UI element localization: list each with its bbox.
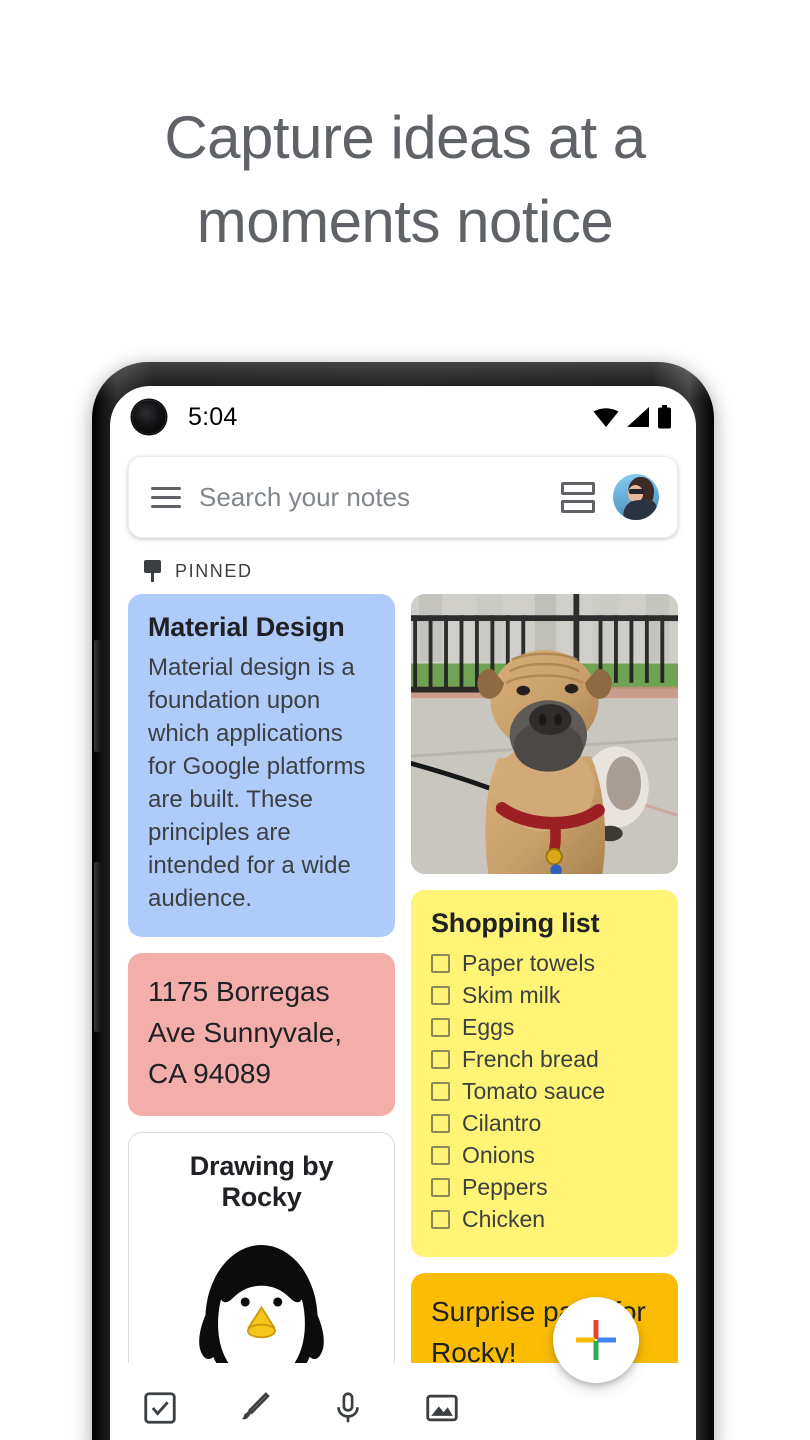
status-icons bbox=[593, 405, 672, 429]
image-new-photo-icon[interactable] bbox=[420, 1386, 464, 1430]
list-item-label: Onions bbox=[462, 1142, 535, 1168]
status-bar: 5:04 bbox=[110, 386, 696, 448]
checkbox-new-list-icon[interactable] bbox=[138, 1386, 182, 1430]
list-item-label: French bread bbox=[462, 1046, 599, 1072]
create-note-fab[interactable] bbox=[553, 1297, 639, 1383]
note-title: Material Design bbox=[148, 612, 345, 642]
list-item-label: Skim milk bbox=[462, 982, 561, 1008]
list-item[interactable]: French bread bbox=[431, 1045, 658, 1074]
checkbox-icon[interactable] bbox=[431, 1018, 450, 1037]
checkbox-icon[interactable] bbox=[431, 1082, 450, 1101]
checklist: Paper towels Skim milk Eggs French bread… bbox=[431, 949, 658, 1234]
cellular-signal-icon bbox=[627, 407, 649, 427]
list-item-label: Paper towels bbox=[462, 950, 595, 976]
volume-button[interactable] bbox=[94, 862, 101, 1032]
list-item[interactable]: Paper towels bbox=[431, 949, 658, 978]
list-item[interactable]: Skim milk bbox=[431, 981, 658, 1010]
checkbox-icon[interactable] bbox=[431, 1146, 450, 1165]
note-card-address[interactable]: 1175 Borregas Ave Sunnyvale, CA 94089 bbox=[128, 953, 395, 1116]
checkbox-icon[interactable] bbox=[431, 954, 450, 973]
list-item-label: Cilantro bbox=[462, 1110, 542, 1136]
note-title: Shopping list bbox=[431, 908, 600, 938]
pin-icon bbox=[144, 560, 161, 582]
list-item[interactable]: Cilantro bbox=[431, 1109, 658, 1138]
checkbox-icon[interactable] bbox=[431, 1178, 450, 1197]
list-item[interactable]: Peppers bbox=[431, 1173, 658, 1202]
google-plus-create-icon bbox=[576, 1320, 616, 1360]
list-item-label: Tomato sauce bbox=[462, 1078, 606, 1104]
microphone-new-recording-icon[interactable] bbox=[326, 1386, 370, 1430]
notes-column-left: Material Design Material design is a fou… bbox=[128, 594, 395, 1440]
brush-new-drawing-icon[interactable] bbox=[232, 1386, 276, 1430]
headline-line-2: moments notice bbox=[196, 188, 614, 255]
front-camera-punch-hole-icon bbox=[132, 400, 166, 434]
list-item[interactable]: Tomato sauce bbox=[431, 1077, 658, 1106]
list-item[interactable]: Onions bbox=[431, 1141, 658, 1170]
hamburger-menu-icon[interactable] bbox=[151, 486, 181, 508]
battery-icon bbox=[658, 405, 671, 429]
list-item[interactable]: Chicken bbox=[431, 1205, 658, 1234]
pinned-section-header: PINNED bbox=[110, 538, 696, 594]
checkbox-icon[interactable] bbox=[431, 986, 450, 1005]
list-view-toggle-icon[interactable] bbox=[561, 481, 595, 513]
search-bar[interactable]: Search your notes bbox=[128, 456, 678, 538]
promo-screenshot: Capture ideas at a moments notice 5:04 S… bbox=[0, 0, 810, 1440]
status-time: 5:04 bbox=[188, 402, 238, 431]
checkbox-icon[interactable] bbox=[431, 1114, 450, 1133]
note-body: Material design is a foundation upon whi… bbox=[148, 654, 366, 912]
notes-column-right: Shopping list Paper towels Skim milk Egg… bbox=[411, 594, 678, 1440]
headline-line-1: Capture ideas at a bbox=[164, 104, 646, 171]
note-card-material-design[interactable]: Material Design Material design is a fou… bbox=[128, 594, 395, 937]
power-button[interactable] bbox=[94, 640, 101, 752]
list-item-label: Chicken bbox=[462, 1206, 546, 1232]
pinned-label: PINNED bbox=[175, 560, 253, 581]
note-card-dog-photo[interactable] bbox=[411, 594, 678, 874]
avatar[interactable] bbox=[613, 474, 659, 520]
note-card-shopping-list[interactable]: Shopping list Paper towels Skim milk Egg… bbox=[411, 890, 678, 1257]
list-item-label: Eggs bbox=[462, 1014, 515, 1040]
list-item[interactable]: Eggs bbox=[431, 1013, 658, 1042]
checkbox-icon[interactable] bbox=[431, 1210, 450, 1229]
list-item-label: Peppers bbox=[462, 1174, 548, 1200]
page-title: Capture ideas at a moments notice bbox=[0, 96, 810, 264]
phone-screen: 5:04 Search your notes PINNED Material D… bbox=[110, 386, 696, 1440]
wifi-icon bbox=[593, 408, 619, 427]
checkbox-icon[interactable] bbox=[431, 1050, 450, 1069]
note-title: Drawing by Rocky bbox=[189, 1151, 334, 1212]
search-input[interactable]: Search your notes bbox=[199, 482, 543, 513]
note-body: 1175 Borregas Ave Sunnyvale, CA 94089 bbox=[148, 976, 343, 1089]
search-bar-container: Search your notes bbox=[110, 448, 696, 538]
